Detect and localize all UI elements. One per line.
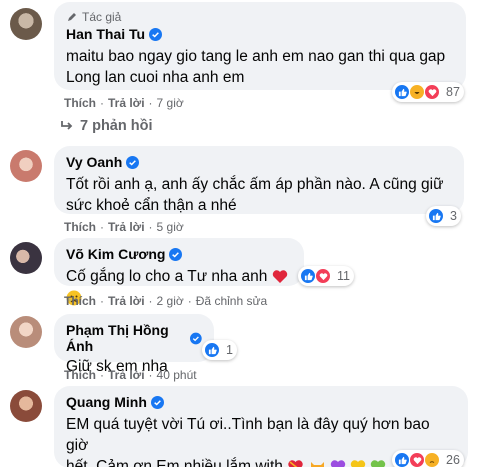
timestamp[interactable]: 2 giờ bbox=[157, 294, 184, 308]
like-icon bbox=[394, 84, 410, 100]
replies-label[interactable]: 7 phản hồi bbox=[80, 118, 153, 134]
edited-label[interactable]: Đã chỉnh sửa bbox=[196, 294, 267, 308]
like-icon bbox=[300, 268, 316, 284]
avatar[interactable] bbox=[10, 242, 42, 274]
comment-text: Tốt rồi anh ạ, anh ấy chắc ấm áp phần nà… bbox=[66, 174, 452, 216]
love-icon bbox=[409, 452, 425, 467]
comment-bubble: Phạm Thị Hồng Ánh Giữ sk em nha bbox=[54, 314, 214, 375]
separator-dot: · bbox=[187, 294, 192, 308]
purple-heart-icon bbox=[330, 460, 345, 467]
separator-dot: · bbox=[100, 368, 104, 382]
avatar[interactable] bbox=[10, 8, 42, 40]
love-icon bbox=[315, 268, 331, 284]
like-icon bbox=[204, 342, 220, 358]
comment-actions: Thích · Trả lời · 7 giờ bbox=[64, 96, 184, 110]
like-button[interactable]: Thích bbox=[64, 294, 96, 308]
comment-line: Tốt rồi anh ạ, anh ấy chắc ấm áp phần nà… bbox=[66, 176, 444, 193]
separator-dot: · bbox=[148, 220, 153, 234]
name-text[interactable]: Phạm Thị Hồng Ánh bbox=[66, 322, 186, 354]
separator-dot: · bbox=[148, 96, 153, 110]
commenter-name[interactable]: Vy Oanh bbox=[66, 154, 140, 170]
reaction-summary[interactable]: 3 bbox=[426, 206, 461, 226]
view-replies-button[interactable]: 7 phản hồi bbox=[60, 118, 153, 134]
commenter-name[interactable]: Han Thai Tu bbox=[66, 26, 163, 42]
reaction-count: 1 bbox=[226, 343, 233, 357]
comment-line: Cố gắng lo cho a Tư nha anh bbox=[66, 268, 268, 285]
love-icon bbox=[424, 84, 440, 100]
like-button[interactable]: Thích bbox=[64, 368, 96, 382]
verified-badge-icon bbox=[126, 155, 140, 169]
reaction-count: 87 bbox=[446, 85, 460, 99]
commenter-name[interactable]: Phạm Thị Hồng Ánh bbox=[66, 322, 202, 354]
like-button[interactable]: Thích bbox=[64, 220, 96, 234]
verified-badge-icon bbox=[149, 27, 163, 41]
timestamp[interactable]: 5 giờ bbox=[157, 220, 184, 234]
comment-bubble: Võ Kim Cương Cố gắng lo cho a Tư nha anh bbox=[54, 238, 304, 306]
reaction-summary[interactable]: 87 bbox=[392, 82, 464, 102]
avatar[interactable] bbox=[10, 316, 42, 348]
author-tag-label: Tác giả bbox=[82, 10, 122, 24]
name-text[interactable]: Võ Kim Cương bbox=[66, 246, 165, 262]
author-badge: Tác giả bbox=[66, 10, 454, 24]
separator-dot: · bbox=[100, 220, 104, 234]
comment-bubble: Vy Oanh Tốt rồi anh ạ, anh ấy chắc ấm áp… bbox=[54, 146, 464, 214]
reaction-summary[interactable]: 11 bbox=[298, 266, 354, 286]
pen-icon bbox=[68, 13, 76, 21]
commenter-name[interactable]: Quang Minh bbox=[66, 394, 164, 410]
like-button[interactable]: Thích bbox=[64, 96, 96, 110]
reply-button[interactable]: Trả lời bbox=[108, 96, 145, 110]
verified-badge-icon bbox=[190, 332, 202, 344]
reaction-count: 26 bbox=[446, 453, 460, 467]
avatar[interactable] bbox=[10, 150, 42, 182]
like-icon bbox=[394, 452, 410, 467]
red-heart-icon bbox=[272, 270, 287, 284]
commenter-name[interactable]: Võ Kim Cương bbox=[66, 246, 183, 262]
reaction-count: 11 bbox=[337, 269, 350, 283]
comment-actions: Thích · Trả lời · 5 giờ bbox=[64, 220, 184, 234]
name-text[interactable]: Quang Minh bbox=[66, 394, 147, 410]
name-text[interactable]: Han Thai Tu bbox=[66, 26, 145, 42]
name-text[interactable]: Vy Oanh bbox=[66, 154, 122, 170]
separator-dot: · bbox=[148, 368, 153, 382]
timestamp[interactable]: 40 phút bbox=[157, 368, 197, 382]
yellow-heart-icon bbox=[351, 460, 366, 467]
verified-badge-icon bbox=[169, 247, 183, 261]
comment-line: maitu bao ngay gio tang le anh em nao ga… bbox=[66, 48, 446, 65]
reply-button[interactable]: Trả lời bbox=[108, 294, 145, 308]
comment-actions: Thích · Trả lời · 40 phút bbox=[64, 368, 197, 382]
reaction-summary[interactable]: 26 bbox=[392, 450, 464, 467]
avatar[interactable] bbox=[10, 390, 42, 422]
reply-button[interactable]: Trả lời bbox=[108, 368, 145, 382]
reply-arrow-icon bbox=[61, 121, 73, 130]
haha-icon bbox=[409, 84, 425, 100]
timestamp[interactable]: 7 giờ bbox=[157, 96, 184, 110]
green-heart-icon bbox=[371, 460, 386, 467]
separator-dot: · bbox=[100, 294, 104, 308]
smiling-cat-icon bbox=[310, 461, 324, 467]
like-icon bbox=[428, 208, 444, 224]
separator-dot: · bbox=[100, 96, 104, 110]
reaction-count: 3 bbox=[450, 209, 457, 223]
reply-button[interactable]: Trả lời bbox=[108, 220, 145, 234]
sad-icon bbox=[424, 452, 440, 467]
separator-dot: · bbox=[148, 294, 153, 308]
comment-actions: Thích · Trả lời · 2 giờ · Đã chỉnh sửa bbox=[64, 294, 267, 308]
comment-line: hết..Cảm ơn Em nhiều lắm with bbox=[66, 458, 283, 467]
reaction-summary[interactable]: 1 bbox=[202, 340, 237, 360]
heart-with-ribbon-icon bbox=[288, 460, 303, 467]
comment-bubble: Tác giả Han Thai Tu maitu bao ngay gio t… bbox=[54, 2, 466, 90]
comment-text: maitu bao ngay gio tang le anh em nao ga… bbox=[66, 46, 454, 88]
comment-line: sức khoẻ cẩn thận a nhé bbox=[66, 197, 237, 214]
verified-badge-icon bbox=[150, 395, 164, 409]
